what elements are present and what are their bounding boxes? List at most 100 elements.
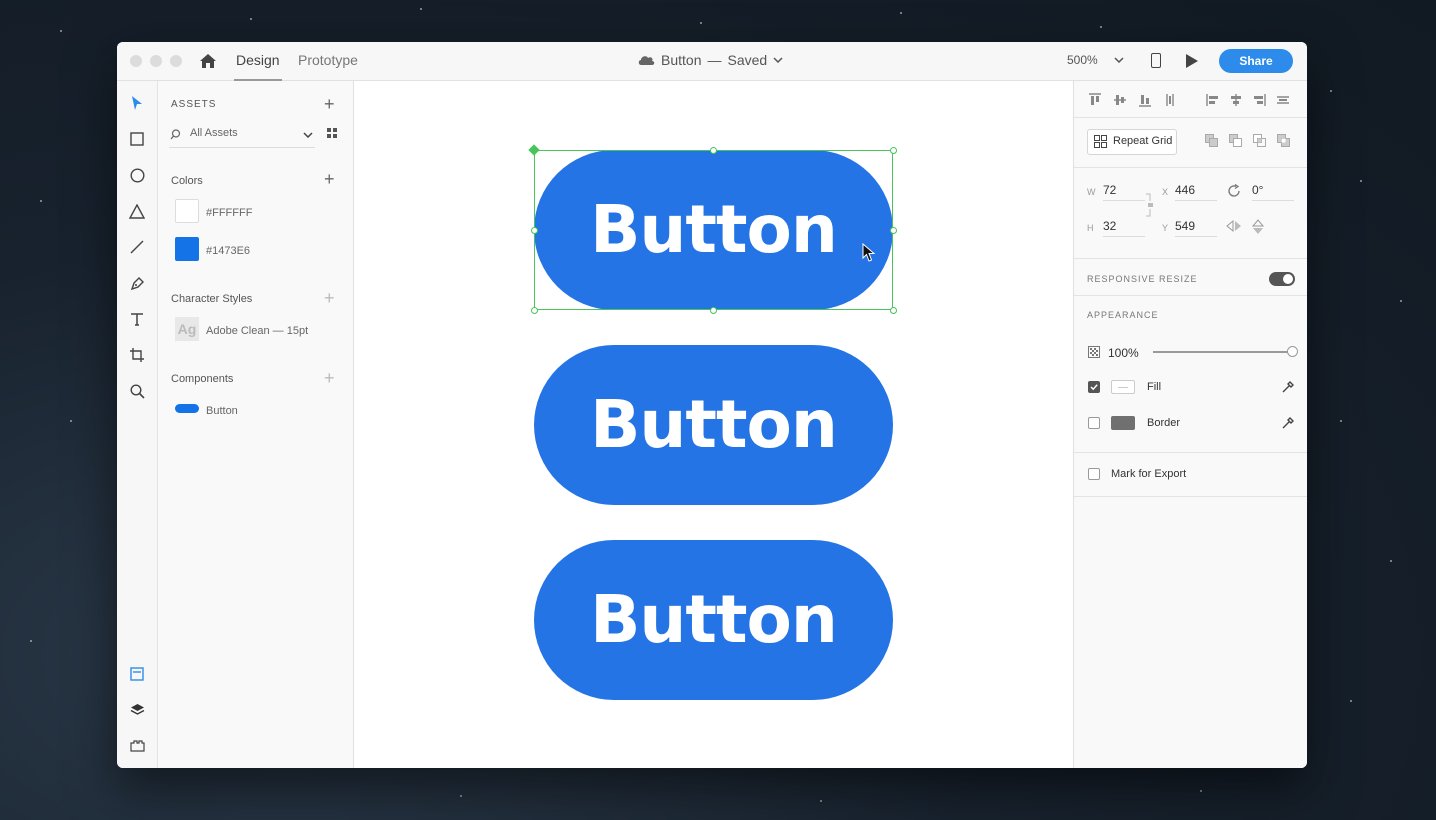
component-label: Button	[206, 405, 238, 417]
home-icon[interactable]	[199, 53, 217, 69]
text-icon	[131, 313, 143, 326]
document-title[interactable]: Button — Saved	[637, 52, 783, 68]
checkmark-icon	[1090, 384, 1098, 391]
height-field[interactable]: 32	[1103, 218, 1145, 237]
responsive-resize-toggle[interactable]	[1269, 272, 1295, 286]
close-window-button[interactable]	[130, 55, 142, 67]
color-swatch-white[interactable]	[175, 199, 199, 223]
title-bar: Design Prototype Button — Saved 500% Sha…	[117, 42, 1307, 81]
align-center-icon[interactable]	[1229, 93, 1243, 107]
rotation-field[interactable]: 0°	[1252, 182, 1294, 201]
share-button[interactable]: Share	[1219, 49, 1293, 73]
boolean-subtract-icon[interactable]	[1229, 134, 1242, 147]
assets-panel-tool[interactable]	[128, 665, 146, 683]
distribute-vertical-icon[interactable]	[1163, 93, 1177, 107]
artboard-tool[interactable]	[128, 346, 146, 364]
opacity-value[interactable]: 100%	[1108, 346, 1139, 360]
character-styles-title: Character Styles	[171, 293, 253, 305]
resize-handle[interactable]	[890, 227, 897, 234]
flip-vertical-icon[interactable]	[1252, 219, 1264, 235]
search-icon	[170, 129, 181, 140]
height-label: H	[1087, 223, 1094, 233]
repeat-grid-icon	[1094, 135, 1107, 148]
border-checkbox[interactable]	[1088, 417, 1100, 429]
button-component[interactable]: Button	[534, 345, 893, 505]
boolean-intersect-icon[interactable]	[1253, 134, 1266, 147]
component-thumbnail[interactable]	[175, 404, 199, 413]
app-window: Design Prototype Button — Saved 500% Sha…	[117, 42, 1307, 768]
width-field[interactable]: 72	[1103, 182, 1145, 201]
resize-handle[interactable]	[890, 307, 897, 314]
minimize-window-button[interactable]	[150, 55, 162, 67]
add-asset-button[interactable]: +	[324, 95, 335, 113]
rotate-icon	[1228, 184, 1240, 197]
opacity-slider[interactable]	[1153, 346, 1298, 357]
flip-horizontal-icon[interactable]	[1226, 220, 1242, 232]
document-name: Button	[661, 52, 702, 68]
opacity-slider-knob[interactable]	[1287, 346, 1298, 357]
resize-handle[interactable]	[890, 147, 897, 154]
rectangle-tool[interactable]	[128, 130, 146, 148]
select-tool[interactable]	[128, 94, 146, 112]
resize-handle[interactable]	[710, 147, 717, 154]
add-component-button[interactable]: +	[324, 369, 335, 387]
color-label: #FFFFFF	[206, 207, 253, 219]
tab-design[interactable]: Design	[234, 52, 282, 81]
layers-panel-tool[interactable]	[128, 701, 146, 719]
zoom-dropdown[interactable]: 500%	[1067, 53, 1124, 67]
zoom-tool[interactable]	[128, 382, 146, 400]
align-middle-icon[interactable]	[1113, 93, 1127, 107]
boolean-add-icon[interactable]	[1205, 134, 1218, 147]
components-title: Components	[171, 373, 234, 385]
zoom-window-button[interactable]	[170, 55, 182, 67]
text-tool[interactable]	[128, 310, 146, 328]
boolean-exclude-icon[interactable]	[1277, 134, 1290, 147]
tab-prototype[interactable]: Prototype	[298, 52, 358, 68]
plugins-panel-tool[interactable]	[128, 737, 146, 755]
design-canvas[interactable]: Button Button Button	[354, 81, 1072, 768]
character-style-preview[interactable]: Ag	[175, 317, 199, 341]
character-style-label: Adobe Clean — 15pt	[206, 325, 309, 337]
button-component[interactable]: Button	[534, 540, 893, 700]
x-field[interactable]: 446	[1175, 182, 1217, 201]
repeat-grid-button[interactable]: Repeat Grid	[1087, 129, 1177, 155]
device-preview-icon[interactable]	[1151, 53, 1161, 68]
align-right-icon[interactable]	[1252, 93, 1266, 107]
line-tool[interactable]	[128, 238, 146, 256]
colors-section-title: Colors	[171, 175, 203, 187]
property-inspector: Repeat Grid W 72 H 32 X 446 Y 549 0° RES…	[1073, 81, 1307, 768]
border-color-swatch[interactable]	[1111, 416, 1135, 430]
play-icon[interactable]	[1186, 54, 1198, 68]
chevron-down-icon	[303, 132, 313, 138]
artboard-icon	[130, 348, 144, 362]
resize-handle[interactable]	[710, 307, 717, 314]
resize-handle[interactable]	[531, 307, 538, 314]
opacity-icon	[1088, 346, 1100, 358]
distribute-horizontal-icon[interactable]	[1276, 93, 1290, 107]
width-value: 72	[1103, 183, 1117, 197]
assets-header: ASSETS	[171, 99, 217, 110]
eyedropper-icon[interactable]	[1281, 380, 1295, 394]
align-left-icon[interactable]	[1206, 93, 1220, 107]
polygon-tool[interactable]	[128, 202, 146, 220]
align-top-icon[interactable]	[1088, 93, 1102, 107]
ellipse-tool[interactable]	[128, 166, 146, 184]
resize-handle[interactable]	[531, 227, 538, 234]
select-arrow-icon	[132, 96, 142, 110]
color-swatch-blue[interactable]	[175, 237, 199, 261]
y-field[interactable]: 549	[1175, 218, 1217, 237]
add-color-button[interactable]: +	[324, 170, 335, 188]
add-character-style-button[interactable]: +	[324, 289, 335, 307]
fill-checkbox[interactable]	[1088, 381, 1100, 393]
assets-filter-dropdown[interactable]: All Assets	[169, 123, 315, 148]
y-value: 549	[1175, 219, 1196, 233]
chevron-down-icon	[773, 57, 783, 63]
mark-for-export-checkbox[interactable]	[1088, 468, 1100, 480]
fill-color-swatch[interactable]	[1111, 380, 1135, 394]
grid-view-icon[interactable]	[327, 128, 337, 138]
eyedropper-icon[interactable]	[1281, 416, 1295, 430]
align-bottom-icon[interactable]	[1138, 93, 1152, 107]
button-component[interactable]: Button	[534, 150, 893, 310]
pen-tool[interactable]	[128, 274, 146, 292]
lock-aspect-icon[interactable]	[1146, 193, 1154, 217]
